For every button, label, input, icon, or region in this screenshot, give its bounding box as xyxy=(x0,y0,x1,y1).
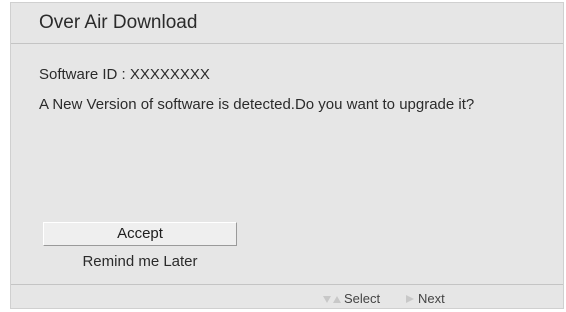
next-hint: Next xyxy=(404,291,445,306)
select-hint-label: Select xyxy=(344,291,381,306)
remind-later-button[interactable]: Remind me Later xyxy=(43,251,237,273)
software-id-text: Software ID : XXXXXXXX xyxy=(39,66,210,83)
upgrade-message: A New Version of software is detected.Do… xyxy=(39,96,475,113)
right-arrow-icon xyxy=(406,294,414,303)
up-down-arrows-icon xyxy=(323,295,341,303)
select-hint: Select xyxy=(322,291,380,306)
dialog-title: Over Air Download xyxy=(39,12,198,33)
next-hint-label: Next xyxy=(418,291,445,306)
accept-button[interactable]: Accept xyxy=(43,222,237,246)
ota-dialog: Over Air Download Software ID : XXXXXXXX… xyxy=(10,2,564,309)
footer-hint-bar: Select Next xyxy=(11,284,563,309)
title-bar: Over Air Download xyxy=(11,3,563,44)
